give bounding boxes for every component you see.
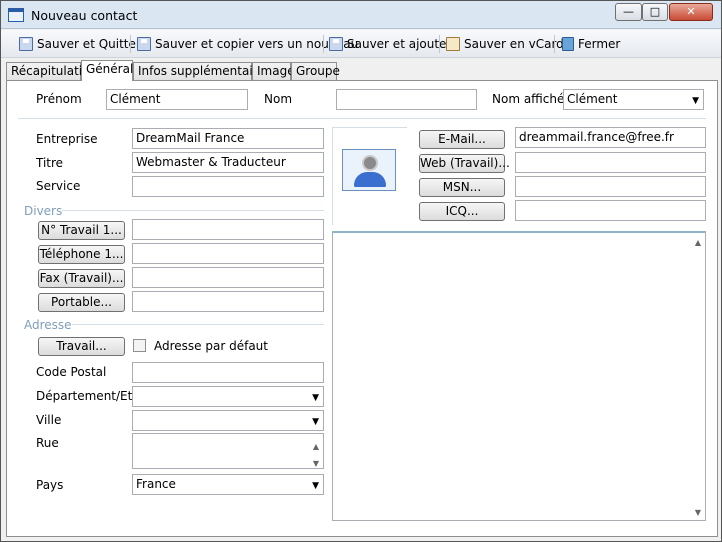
work-fax-field[interactable] xyxy=(132,267,324,288)
entreprise-field[interactable]: DreamMail France xyxy=(132,128,324,149)
msn-button[interactable]: MSN... xyxy=(419,178,505,197)
service-label: Service xyxy=(36,179,81,193)
maximize-button[interactable]: □ xyxy=(642,3,668,21)
save-copy-label: Sauver et copier vers un nouveau xyxy=(155,37,359,51)
contact-photo[interactable] xyxy=(342,149,396,191)
save-vcard-button[interactable]: Sauver en vCard xyxy=(446,35,564,53)
notes-area[interactable]: ▲ ▼ xyxy=(332,231,706,521)
icq-field[interactable] xyxy=(515,200,706,221)
tab-infos-supplementaires[interactable]: Infos supplémentaires xyxy=(133,62,271,80)
avatar-icon xyxy=(362,155,378,171)
adresse-group-title: Adresse xyxy=(24,318,72,332)
divider xyxy=(72,324,324,325)
scroll-up-icon[interactable]: ▲ xyxy=(695,238,701,247)
divers-group-title: Divers xyxy=(24,204,63,218)
prenom-field[interactable]: Clément xyxy=(106,89,248,110)
pays-value: France xyxy=(136,477,176,491)
chevron-down-icon[interactable]: ▼ xyxy=(312,477,319,494)
pays-combo[interactable]: France ▼ xyxy=(132,474,324,495)
ville-label: Ville xyxy=(36,413,62,427)
save-copy-button[interactable]: Sauver et copier vers un nouveau xyxy=(137,35,358,53)
vcard-icon xyxy=(446,37,460,51)
divider xyxy=(332,127,333,225)
msn-field[interactable] xyxy=(515,176,706,197)
email-field[interactable]: dreammail.france@free.fr xyxy=(515,127,706,148)
departement-combo[interactable]: ▼ xyxy=(132,386,324,407)
chevron-down-icon[interactable]: ▼ xyxy=(312,413,319,430)
web-work-button[interactable]: Web (Travail)... xyxy=(419,154,510,173)
mobile-field[interactable] xyxy=(132,291,324,312)
close-window-button[interactable]: ✕ xyxy=(669,3,713,21)
divider xyxy=(332,127,407,128)
chevron-down-icon[interactable]: ▼ xyxy=(692,92,699,109)
code-postal-label: Code Postal xyxy=(36,365,107,379)
default-address-checkbox[interactable] xyxy=(133,339,146,352)
close-label: Fermer xyxy=(578,37,621,51)
work-address-button[interactable]: Travail... xyxy=(38,337,125,356)
window-title: Nouveau contact xyxy=(31,8,138,23)
tab-general[interactable]: Général xyxy=(81,60,133,81)
prenom-label: Prénom xyxy=(36,92,82,106)
pays-label: Pays xyxy=(36,478,64,492)
titre-label: Titre xyxy=(36,156,64,170)
scroll-down-icon[interactable]: ▼ xyxy=(695,508,701,517)
disk-icon xyxy=(329,37,343,51)
chevron-down-icon[interactable]: ▼ xyxy=(312,389,319,406)
default-address-label[interactable]: Adresse par défaut xyxy=(154,339,268,353)
save-quit-button[interactable]: Sauver et Quitter xyxy=(19,35,141,53)
work-phone-field[interactable] xyxy=(132,219,324,240)
code-postal-field[interactable] xyxy=(132,362,324,383)
save-vcard-label: Sauver en vCard xyxy=(464,37,564,51)
divider xyxy=(18,118,706,119)
nom-label: Nom xyxy=(264,92,293,106)
nom-field[interactable] xyxy=(336,89,477,110)
mobile-button[interactable]: Portable... xyxy=(38,293,125,312)
service-field[interactable] xyxy=(132,176,324,197)
save-quit-label: Sauver et Quitter xyxy=(37,37,141,51)
display-name-combo[interactable]: Clément ▼ xyxy=(563,89,704,110)
disk-icon xyxy=(137,37,151,51)
contact-window: Nouveau contact — □ ✕ Sauver et Quitter … xyxy=(0,0,722,542)
ville-combo[interactable]: ▼ xyxy=(132,410,324,431)
tab-groupe[interactable]: Groupe xyxy=(291,62,340,80)
rue-field[interactable]: ▲ ▼ xyxy=(132,433,324,469)
web-work-field[interactable] xyxy=(515,152,706,173)
icq-button[interactable]: ICQ... xyxy=(419,202,505,221)
phone-button[interactable]: Téléphone 1... xyxy=(38,245,125,264)
close-button[interactable]: Fermer xyxy=(562,35,620,53)
work-phone-button[interactable]: N° Travail 1... xyxy=(38,221,125,240)
save-add-label: Sauver et ajouter xyxy=(347,37,452,51)
rue-label: Rue xyxy=(36,436,59,450)
entreprise-label: Entreprise xyxy=(36,132,98,146)
scroll-down-icon[interactable]: ▼ xyxy=(313,454,319,468)
display-name-label: Nom affiché xyxy=(492,92,565,106)
divider xyxy=(62,210,324,211)
work-fax-button[interactable]: Fax (Travail)... xyxy=(38,269,125,288)
titre-field[interactable]: Webmaster & Traducteur xyxy=(132,152,324,173)
phone-field[interactable] xyxy=(132,243,324,264)
window-icon xyxy=(8,8,24,22)
disk-icon xyxy=(19,37,33,51)
door-icon xyxy=(562,37,574,51)
display-name-value: Clément xyxy=(567,92,618,106)
toolbar: Sauver et Quitter Sauver et copier vers … xyxy=(1,30,721,58)
title-bar: Nouveau contact — □ ✕ xyxy=(1,1,721,29)
save-add-button[interactable]: Sauver et ajouter xyxy=(329,35,451,53)
tab-image[interactable]: Image xyxy=(252,62,295,80)
departement-label: Département/Etat xyxy=(36,389,145,403)
minimize-button[interactable]: — xyxy=(615,3,642,21)
email-button[interactable]: E-Mail... xyxy=(419,130,505,149)
tab-recapitulatif[interactable]: Récapitulatif xyxy=(6,62,86,80)
